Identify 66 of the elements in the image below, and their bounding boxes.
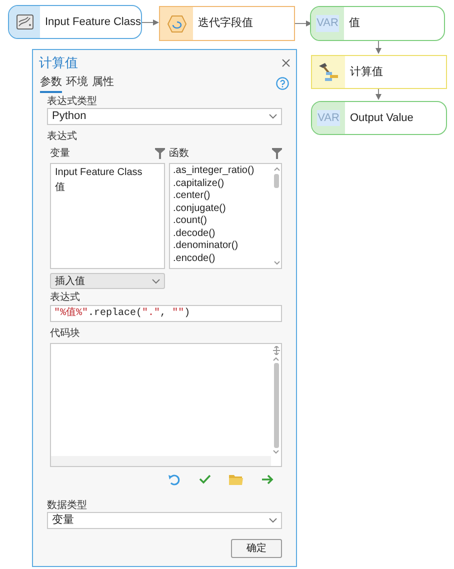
scroll-thumb[interactable] [274, 363, 278, 448]
column-heading: 函数 [169, 147, 189, 161]
field-label: 表达式类型 [47, 96, 98, 107]
node-label: Input Feature Class [45, 14, 141, 30]
help-icon[interactable] [276, 76, 289, 90]
node-label: 计算值 [350, 64, 383, 80]
feature-class-icon [16, 14, 34, 30]
split-handle-icon[interactable] [272, 346, 280, 355]
connector-arrow [375, 89, 382, 100]
connector-arrow [295, 20, 312, 27]
dialog-title: 计算值 [39, 54, 78, 72]
node-label: 值 [349, 16, 360, 32]
undo-icon[interactable] [168, 474, 181, 486]
field-label: 代码块 [49, 328, 81, 339]
scroll-up-icon[interactable] [273, 357, 279, 361]
scroll-thumb[interactable] [274, 174, 279, 188]
node-label: 迭代字段值 [198, 16, 253, 32]
list-item[interactable]: .denominator() [173, 240, 269, 252]
field-label: 表达式 [47, 131, 78, 142]
filter-icon[interactable] [272, 148, 282, 159]
horizontal-scrollbar[interactable] [51, 456, 271, 466]
scrollbar[interactable] [271, 344, 281, 456]
list-item[interactable]: .center() [173, 190, 269, 202]
checkmark-icon[interactable] [199, 474, 211, 484]
variable-icon: VAR [316, 110, 340, 126]
chevron-down-icon [269, 518, 277, 523]
scroll-up-icon[interactable] [274, 167, 280, 171]
folder-icon[interactable] [229, 474, 243, 485]
hexagon-loop-icon [166, 14, 186, 32]
code-block-field[interactable] [50, 343, 282, 467]
field-label: 表达式 [49, 292, 81, 303]
model-node[interactable]: VAR 值 [310, 6, 445, 41]
list-item[interactable]: .decode() [173, 228, 269, 240]
list-item[interactable]: Input Feature Class [55, 165, 160, 180]
ok-button[interactable]: 确定 [231, 539, 282, 558]
field-label: 数据类型 [47, 500, 88, 511]
model-node[interactable]: Input Feature Class [8, 5, 142, 39]
column-heading: 变量 [50, 146, 70, 161]
dropdown[interactable]: 变量 [47, 512, 282, 529]
chevron-down-icon [152, 278, 160, 284]
chevron-down-icon [269, 114, 277, 119]
connector-arrow [375, 41, 382, 54]
variable-icon: VAR [316, 15, 340, 32]
list-item[interactable]: .encode() [173, 252, 269, 265]
model-node[interactable]: VAR Output Value [311, 101, 447, 135]
list-item[interactable]: .as_integer_ratio() [173, 165, 269, 178]
hammer-tool-icon [316, 61, 340, 83]
expression-field[interactable]: "%值%".replace(".", "") [50, 305, 282, 322]
tab[interactable]: 环境 [66, 74, 88, 93]
scroll-down-icon[interactable] [273, 450, 279, 454]
node-label: Output Value [350, 110, 414, 126]
model-node[interactable]: 迭代字段值 [159, 6, 295, 41]
list-item[interactable]: .capitalize() [173, 178, 269, 190]
filter-icon[interactable] [155, 148, 165, 159]
list-item[interactable]: .count() [173, 215, 269, 228]
arrow-right-icon[interactable] [261, 474, 274, 485]
dropdown[interactable]: Python [47, 108, 282, 125]
tab[interactable]: 参数 [40, 74, 62, 93]
list-item[interactable]: 值 [55, 180, 160, 195]
dropdown[interactable]: 插入值 [50, 273, 165, 289]
model-node[interactable]: 计算值 [311, 55, 447, 89]
list-item[interactable]: .conjugate() [173, 202, 269, 215]
tab[interactable]: 属性 [92, 74, 114, 93]
close-icon[interactable] [282, 58, 290, 67]
scroll-down-icon[interactable] [274, 261, 280, 265]
connector-arrow [142, 19, 159, 26]
